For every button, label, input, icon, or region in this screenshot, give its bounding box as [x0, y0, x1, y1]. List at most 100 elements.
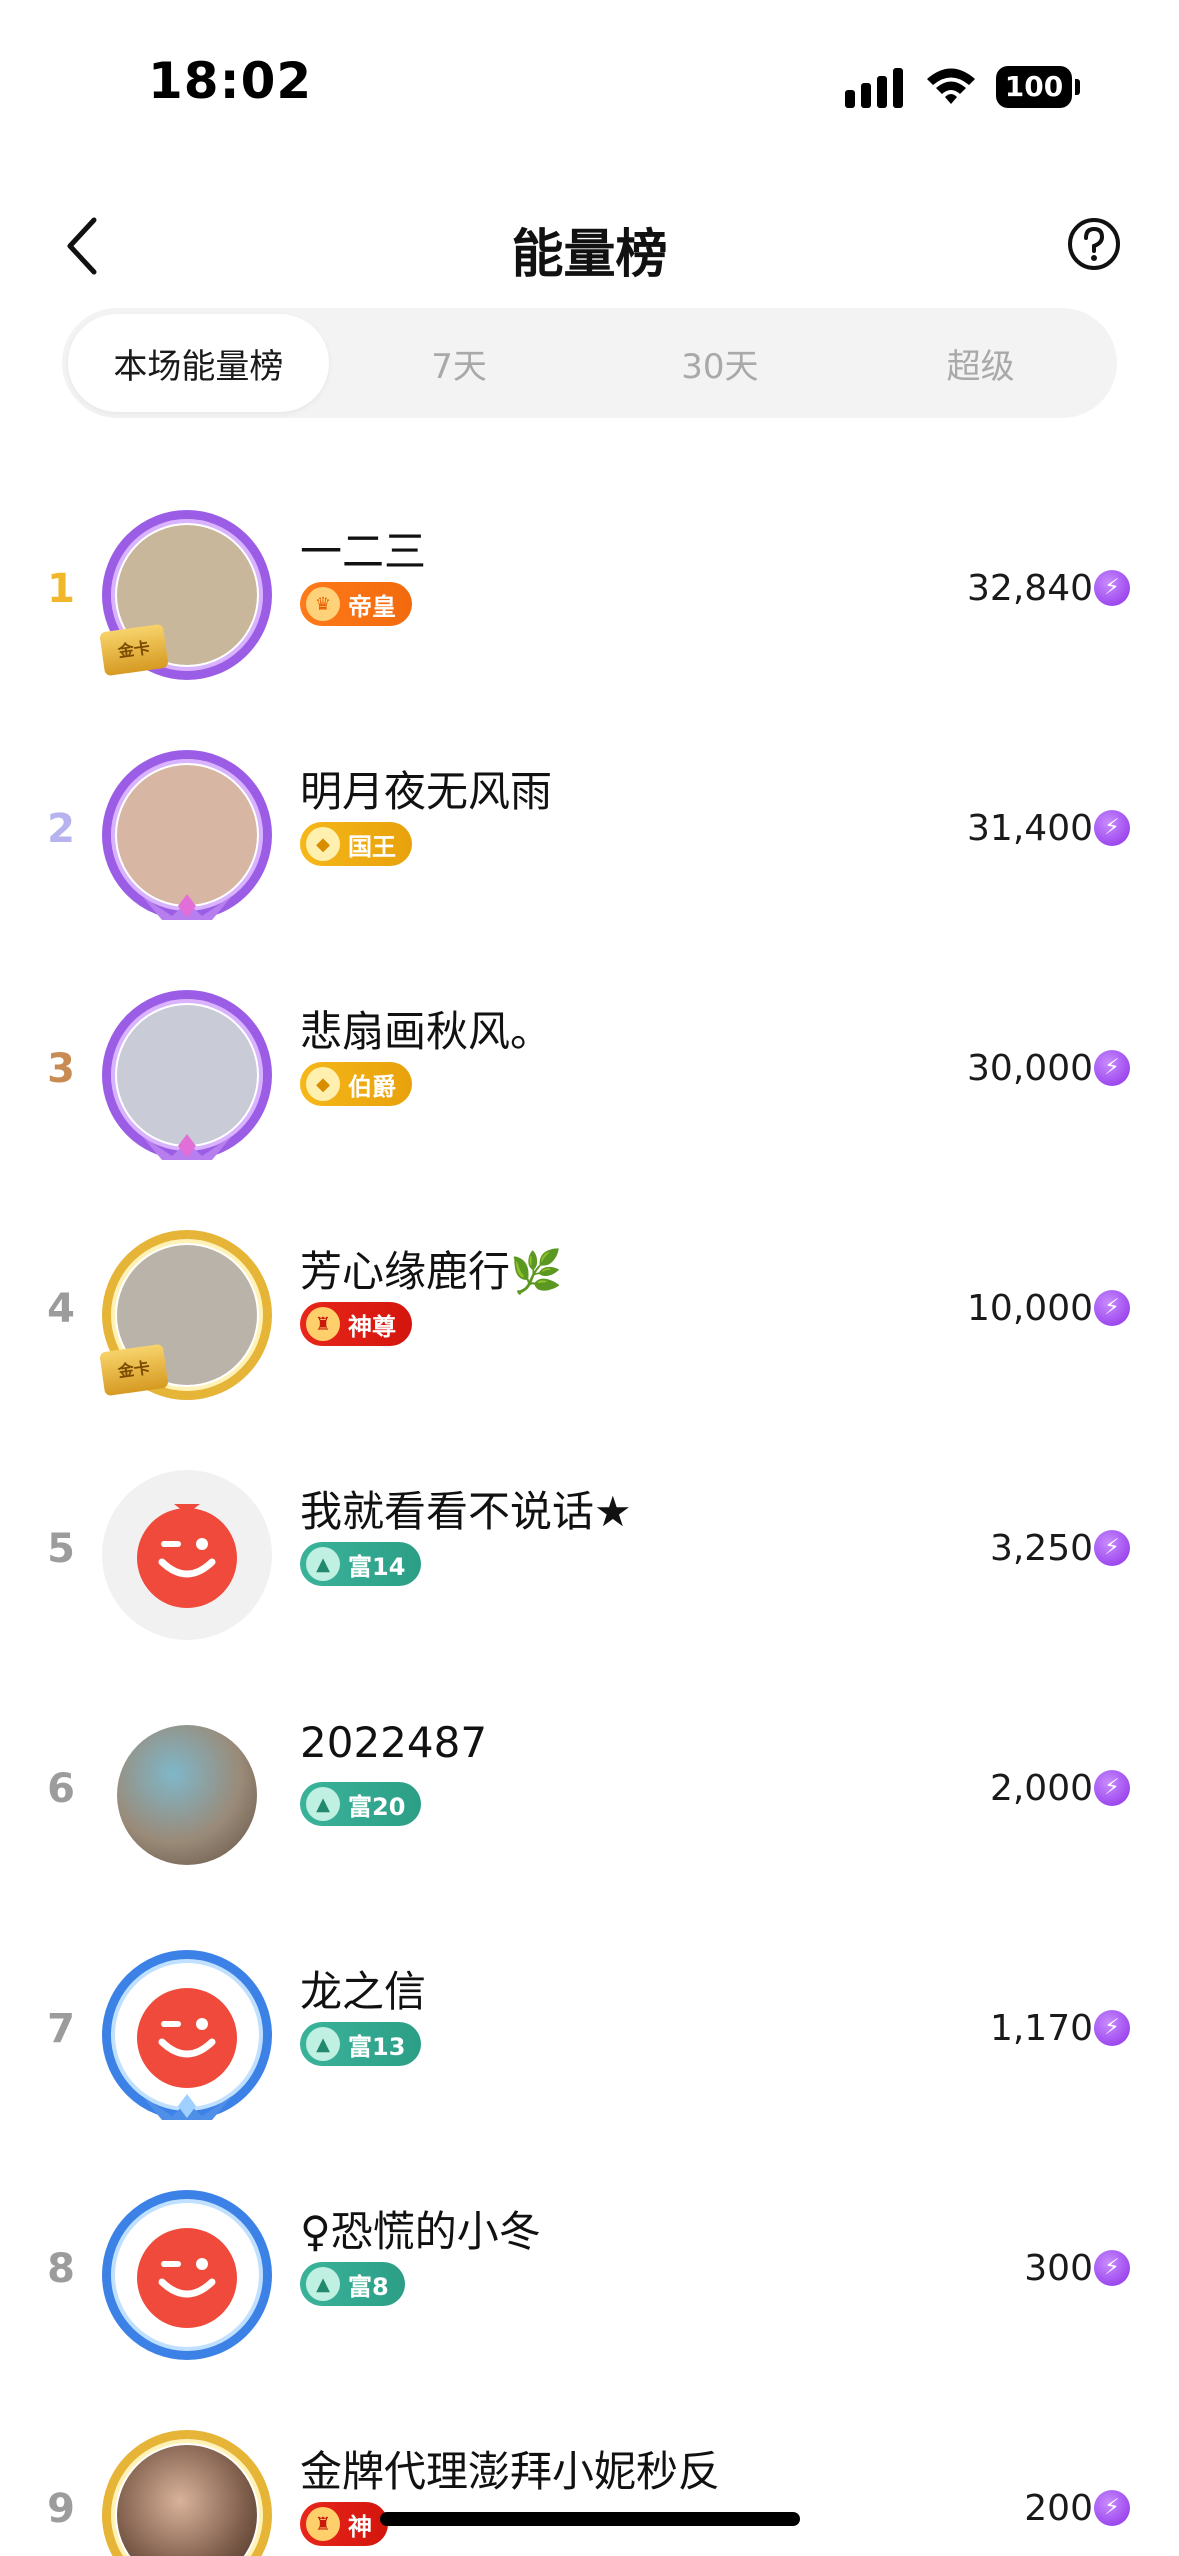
- level-badge: ◆ 国王: [300, 822, 412, 866]
- energy-score: 2,000: [989, 1768, 1093, 1809]
- user-name: 悲扇画秋风。: [300, 1007, 553, 1056]
- avatar-image: [117, 1725, 257, 1865]
- energy-score: 3,250: [989, 1528, 1093, 1569]
- level-badge: ▲ 富20: [300, 1782, 422, 1826]
- energy-score: 200: [1024, 2488, 1093, 2529]
- level-badge: ▲ 富14: [300, 1542, 422, 1586]
- ranking-row[interactable]: 4 金卡 芳心缘鹿行🌿 ♜ 神尊 10,000 ⚡: [0, 1190, 1179, 1430]
- rank-number: 5: [47, 1526, 75, 1572]
- rank-number: 6: [47, 1766, 75, 1812]
- ranking-row[interactable]: 7 龙之信 ▲ 富13 1,170 ⚡: [0, 1910, 1179, 2150]
- user-name: 一二三: [300, 527, 427, 576]
- energy-lightning-icon: ⚡: [1094, 1290, 1130, 1326]
- wifi-icon: [927, 68, 975, 104]
- tab-7-days[interactable]: 7天: [329, 314, 590, 412]
- rank-number: 8: [47, 2246, 75, 2292]
- energy-score: 1,170: [989, 2008, 1093, 2049]
- rank-number: 9: [47, 2486, 75, 2532]
- crest-icon: ♜: [306, 2507, 340, 2541]
- crown-icon: ♛: [306, 587, 340, 621]
- energy-score: 300: [1024, 2248, 1093, 2289]
- level-badge-label: 国王: [348, 832, 396, 861]
- energy-score: 31,400: [967, 808, 1093, 849]
- energy-lightning-icon: ⚡: [1094, 570, 1130, 606]
- ranking-row[interactable]: 8 ♀恐慌的小冬 ▲ 富8 300 ⚡: [0, 2150, 1179, 2390]
- status-time: 18:02: [148, 52, 313, 110]
- level-badge: ♜ 神: [300, 2502, 388, 2546]
- level-badge: ♛ 帝皇: [300, 582, 412, 626]
- rank-number: 7: [47, 2006, 75, 2052]
- level-badge-label: 神尊: [348, 1312, 396, 1341]
- rank-number: 4: [47, 1286, 75, 1332]
- user-name: 龙之信: [300, 1967, 427, 2016]
- energy-lightning-icon: ⚡: [1094, 2490, 1130, 2526]
- wing-frame-ornament-icon: [142, 2094, 232, 2120]
- default-avatar-icon: [137, 1504, 237, 1608]
- avatar[interactable]: [102, 2430, 272, 2556]
- rank-number: 1: [47, 566, 75, 612]
- battery-cap: [1075, 79, 1080, 95]
- triangle-level-icon: ▲: [306, 1547, 340, 1581]
- energy-score: 10,000: [967, 1288, 1093, 1329]
- user-name: 我就看看不说话★: [300, 1487, 632, 1536]
- ranking-row[interactable]: 3 悲扇画秋风。 ◆ 伯爵 30,000 ⚡: [0, 950, 1179, 1190]
- gold-card-badge: 金卡: [99, 623, 169, 677]
- user-name: 2022487: [300, 1718, 488, 1767]
- status-bar: 18:02 100: [0, 0, 1179, 160]
- level-badge-label: 富14: [348, 1552, 406, 1581]
- user-name: ♀恐慌的小冬: [300, 2207, 541, 2256]
- rank-number: 2: [47, 806, 75, 852]
- user-name: 金牌代理澎拜小妮秒反: [300, 2447, 721, 2496]
- battery-level: 100: [996, 66, 1072, 108]
- level-badge-label: 富20: [348, 1792, 406, 1821]
- energy-lightning-icon: ⚡: [1094, 2250, 1130, 2286]
- avatar[interactable]: [102, 1470, 272, 1640]
- user-name: 明月夜无风雨: [300, 767, 553, 816]
- level-badge-label: 神: [348, 2512, 372, 2541]
- avatar[interactable]: [102, 2190, 272, 2360]
- battery-indicator: 100: [996, 66, 1080, 108]
- wing-frame-ornament-icon: [142, 894, 232, 920]
- header: 能量榜: [0, 190, 1179, 300]
- energy-lightning-icon: ⚡: [1094, 1530, 1130, 1566]
- user-name: 芳心缘鹿行🌿: [300, 1247, 563, 1296]
- ranking-row[interactable]: 5 我就看看不说话★ ▲ 富14 3,250 ⚡: [0, 1430, 1179, 1670]
- energy-score: 32,840: [967, 568, 1093, 609]
- period-tabs: 本场能量榜 7天 30天 超级: [62, 308, 1117, 418]
- avatar[interactable]: [102, 750, 272, 920]
- avatar[interactable]: 金卡: [99, 1230, 272, 1400]
- crest-icon: ♜: [306, 1307, 340, 1341]
- avatar[interactable]: [102, 990, 272, 1160]
- ranking-row[interactable]: 6 2022487 ▲ 富20 2,000 ⚡: [0, 1670, 1179, 1910]
- rank-number: 3: [47, 1046, 75, 1092]
- level-badge: ◆ 伯爵: [300, 1062, 412, 1106]
- avatar[interactable]: [102, 1710, 272, 1880]
- level-badge: ▲ 富8: [300, 2262, 405, 2306]
- ranking-row[interactable]: 1 金卡 一二三 ♛ 帝皇 32,840 ⚡: [0, 470, 1179, 710]
- energy-score: 30,000: [967, 1048, 1093, 1089]
- wing-frame-ornament-icon: [142, 1134, 232, 1160]
- energy-lightning-icon: ⚡: [1094, 810, 1130, 846]
- tab-30-days[interactable]: 30天: [590, 314, 851, 412]
- level-badge-label: 帝皇: [348, 592, 396, 621]
- gold-card-badge: 金卡: [99, 1343, 169, 1397]
- level-badge: ♜ 神尊: [300, 1302, 412, 1346]
- ranking-row[interactable]: 2 明月夜无风雨 ◆ 国王 31,400 ⚡: [0, 710, 1179, 950]
- help-question-icon[interactable]: [1066, 216, 1122, 272]
- level-badge-label: 富8: [348, 2272, 389, 2301]
- triangle-level-icon: ▲: [306, 2267, 340, 2301]
- ranking-row[interactable]: 9 金牌代理澎拜小妮秒反 ♜ 神 200 ⚡: [0, 2390, 1179, 2556]
- avatar[interactable]: [102, 1950, 272, 2120]
- level-badge-label: 富13: [348, 2032, 406, 2061]
- level-badge: ▲ 富13: [300, 2022, 422, 2066]
- page-title: 能量榜: [511, 225, 668, 285]
- triangle-level-icon: ▲: [306, 2027, 340, 2061]
- energy-lightning-icon: ⚡: [1094, 1770, 1130, 1806]
- tab-super[interactable]: 超级: [850, 314, 1111, 412]
- avatar-frame: [102, 2190, 272, 2360]
- avatar[interactable]: 金卡: [99, 510, 272, 680]
- home-indicator[interactable]: [380, 2512, 800, 2526]
- level-badge-label: 伯爵: [348, 1072, 396, 1101]
- tab-current-session[interactable]: 本场能量榜: [68, 314, 329, 412]
- diamond-icon: ◆: [306, 1067, 340, 1101]
